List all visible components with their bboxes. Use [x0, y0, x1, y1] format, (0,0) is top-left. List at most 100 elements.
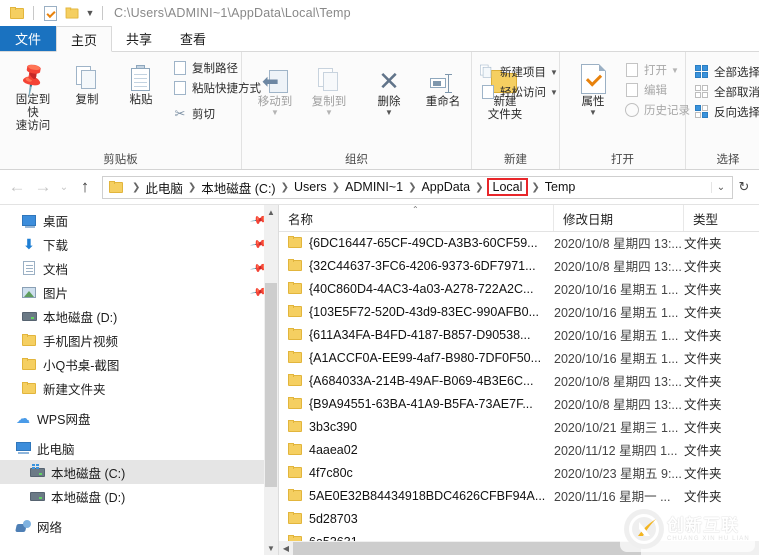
recent-locations-caret-icon[interactable]: ⌄	[56, 174, 72, 200]
refresh-button[interactable]: ↻	[733, 179, 755, 195]
new-item-button[interactable]: 新建项目 ▼	[478, 63, 562, 81]
sidebar-item-wps-cloud[interactable]: ☁ WPS网盘	[0, 406, 278, 430]
copy-to-button[interactable]: 复制到 ▼	[302, 58, 356, 118]
scrollbar-thumb[interactable]	[293, 542, 641, 555]
copy-icon	[76, 58, 98, 92]
column-header-name[interactable]: ⌃ 名称	[279, 205, 554, 231]
copy-button[interactable]: 复制	[60, 56, 114, 109]
sidebar-item-drive-d[interactable]: 本地磁盘 (D:)	[0, 484, 278, 508]
sidebar-item-documents[interactable]: 文档 📌	[0, 256, 278, 280]
column-header-date-modified[interactable]: 修改日期	[554, 205, 684, 231]
sidebar-item-phone-media[interactable]: 手机图片视频	[0, 328, 278, 352]
select-none-button[interactable]: 全部取消	[692, 83, 759, 101]
breadcrumb-item-appdata[interactable]: AppData	[418, 179, 473, 195]
sidebar-item-drive-c[interactable]: 本地磁盘 (C:)	[0, 460, 278, 484]
table-row[interactable]: 5AE0E32B84434918BDC4626CFBF94A... 2020/1…	[279, 484, 759, 507]
customize-quick-access-caret-icon[interactable]: ▼	[83, 2, 97, 24]
scroll-left-arrow-icon[interactable]: ◀	[279, 544, 293, 553]
navigation-pane-scrollbar[interactable]: ▲ ▼	[264, 205, 278, 555]
move-to-button[interactable]: ⬅ 移动到 ▼	[248, 58, 302, 118]
file-date: 2020/10/16 星期五 1...	[554, 283, 679, 297]
table-row[interactable]: 3b3c390 2020/10/21 星期三 1... 文件夹	[279, 415, 759, 438]
paste-button[interactable]: 粘贴	[114, 56, 168, 109]
paste-label: 粘贴	[129, 94, 153, 106]
quick-access-properties-icon[interactable]	[39, 2, 61, 24]
tab-file[interactable]: 文件	[0, 26, 57, 51]
pin-to-quick-access-button[interactable]: 📌 固定到快 速访问	[6, 56, 60, 135]
sidebar-item-network[interactable]: 网络	[0, 514, 278, 538]
breadcrumb-chevron-icon: ❯	[531, 181, 540, 193]
table-row[interactable]: {A1ACCF0A-EE99-4af7-B980-7DF0F50... 2020…	[279, 346, 759, 369]
ribbon-group-clipboard: 📌 固定到快 速访问 复制 粘贴 复制路径 粘贴快捷方式 ✂ 剪切 剪贴板	[0, 52, 261, 169]
delete-caret-icon[interactable]: ▼	[385, 109, 393, 117]
network-icon	[14, 519, 32, 533]
address-dropdown-caret-icon[interactable]: ⌄	[711, 181, 730, 193]
forward-button[interactable]: →	[30, 174, 56, 200]
breadcrumb-item-local[interactable]: Local	[486, 178, 529, 196]
file-date: 2020/10/21 星期三 1...	[554, 421, 679, 435]
move-to-caret-icon[interactable]: ▼	[271, 109, 279, 117]
table-row[interactable]: 5d28703	[279, 507, 759, 530]
table-row[interactable]: {B9A94551-63BA-41A9-B5FA-73AE7F... 2020/…	[279, 392, 759, 415]
easy-access-button[interactable]: 轻松访问 ▼	[478, 83, 562, 101]
sidebar-item-pictures[interactable]: 图片 📌	[0, 280, 278, 304]
edit-button[interactable]: 编辑	[622, 81, 694, 99]
tab-view[interactable]: 查看	[166, 26, 220, 51]
table-row[interactable]: {A684033A-214B-49AF-B069-4B3E6C... 2020/…	[279, 369, 759, 392]
new-item-caret-icon[interactable]: ▼	[550, 68, 558, 76]
properties-button[interactable]: 属性 ▼	[566, 58, 620, 118]
table-row[interactable]: {611A34FA-B4FD-4187-B857-D90538... 2020/…	[279, 323, 759, 346]
column-header-row: ⌃ 名称 修改日期 类型	[279, 205, 759, 232]
column-header-name-label: 名称	[288, 212, 314, 227]
folder-icon	[288, 259, 303, 272]
rename-button[interactable]: 重命名	[416, 58, 470, 111]
breadcrumb-item-admini1[interactable]: ADMINI~1	[342, 179, 406, 195]
file-type: 文件夹	[684, 398, 722, 412]
table-row[interactable]: 4aaea02 2020/11/12 星期四 1... 文件夹	[279, 438, 759, 461]
sidebar-item-new-folder[interactable]: 新建文件夹	[0, 376, 278, 400]
scrollbar-thumb[interactable]	[265, 283, 277, 487]
table-row[interactable]: {103E5F72-520D-43d9-83EC-990AFB0... 2020…	[279, 300, 759, 323]
sidebar-item-desktop[interactable]: 桌面 📌	[0, 208, 278, 232]
delete-button[interactable]: ✕ 删除 ▼	[362, 58, 416, 118]
open-button[interactable]: 打开 ▼	[622, 61, 694, 79]
move-to-icon: ⬅	[262, 60, 288, 94]
table-row[interactable]: {40C860D4-4AC3-4a03-A278-722A2C... 2020/…	[279, 277, 759, 300]
breadcrumb-item-temp[interactable]: Temp	[542, 179, 579, 195]
sidebar-item-label: 此电脑	[37, 442, 75, 457]
file-list-horizontal-scrollbar[interactable]: ◀	[279, 541, 759, 555]
sidebar-item-xiaoq-screenshots[interactable]: 小Q书桌-截图	[0, 352, 278, 376]
table-row[interactable]: {6DC16447-65CF-49CD-A3B3-60CF59... 2020/…	[279, 231, 759, 254]
ribbon-tabstrip: 文件 主页 共享 查看	[0, 26, 759, 52]
scroll-down-arrow-icon[interactable]: ▼	[264, 541, 278, 555]
tab-share[interactable]: 共享	[112, 26, 166, 51]
sidebar-item-label: WPS网盘	[37, 412, 91, 427]
easy-access-caret-icon[interactable]: ▼	[550, 88, 558, 96]
column-header-type[interactable]: 类型	[684, 205, 759, 231]
breadcrumb-item-this-pc[interactable]: 此电脑	[142, 177, 186, 198]
table-row[interactable]: {32C44637-3FC6-4206-9373-6DF7971... 2020…	[279, 254, 759, 277]
breadcrumb-item-users[interactable]: Users	[291, 179, 330, 195]
back-button[interactable]: ←	[4, 174, 30, 200]
pin-to-quick-access-label-line2: 速访问	[15, 120, 51, 132]
address-bar[interactable]: ❯ 此电脑 ❯ 本地磁盘 (C:) ❯ Users ❯ ADMINI~1 ❯ A…	[102, 175, 733, 199]
scrollbar-track[interactable]	[293, 541, 759, 555]
open-caret-icon[interactable]: ▼	[671, 66, 679, 74]
table-row[interactable]: 4f7c80c 2020/10/23 星期五 9:... 文件夹	[279, 461, 759, 484]
tab-home[interactable]: 主页	[56, 26, 113, 52]
quick-access-new-folder-icon[interactable]	[61, 2, 83, 24]
sidebar-item-drive-d-quick[interactable]: 本地磁盘 (D:)	[0, 304, 278, 328]
properties-caret-icon[interactable]: ▼	[589, 109, 597, 117]
history-button[interactable]: 历史记录	[622, 101, 694, 119]
up-button[interactable]: ↑	[72, 174, 98, 200]
scroll-up-arrow-icon[interactable]: ▲	[264, 205, 278, 220]
select-all-button[interactable]: 全部选择	[692, 63, 759, 81]
file-type: 文件夹	[684, 329, 722, 343]
sidebar-item-this-pc[interactable]: 此电脑	[0, 436, 278, 460]
sidebar-item-downloads[interactable]: ⬇ 下载 📌	[0, 232, 278, 256]
copy-to-caret-icon[interactable]: ▼	[325, 109, 333, 117]
breadcrumb-item-drive-c[interactable]: 本地磁盘 (C:)	[198, 177, 278, 198]
invert-selection-button[interactable]: 反向选择	[692, 103, 759, 121]
column-header-type-label: 类型	[693, 212, 719, 227]
new-item-label: 新建项目	[500, 67, 546, 79]
